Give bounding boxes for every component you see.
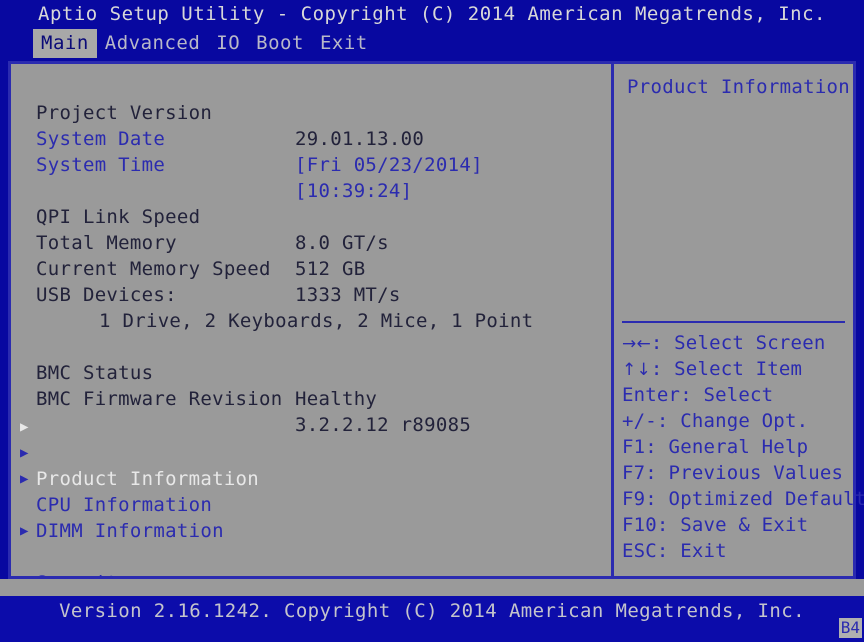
tab-main[interactable]: Main (33, 29, 97, 58)
content-frame: Project Version 29.01.13.00 System Date … (8, 61, 864, 594)
label-bmc-firmware-revision: BMC Firmware Revision (36, 388, 283, 410)
row-current-memory-speed: Current Memory Speed 1333 MT/s (11, 230, 611, 306)
key-legend-general-help: F1: General Help (622, 436, 809, 458)
help-pane: Product Information →←: Select Screen ↑↓… (614, 64, 864, 576)
row-bmc-status: BMC Status Healthy (11, 334, 611, 410)
key-legend-optimized-defaults: F9: Optimized Defaults (622, 488, 864, 510)
key-legend-select-screen: →←: Select Screen (622, 330, 853, 356)
key-legend-esc-exit: ESC: Exit (622, 540, 727, 562)
key-legend-select-item: ↑↓: Select Item (622, 356, 853, 382)
key-legend-change-opt: +/-: Change Opt. (622, 410, 809, 432)
tab-io[interactable]: IO (208, 29, 248, 58)
row-usb-devices-detail: 1 Drive, 2 Keyboards, 2 Mice, 1 Point (11, 282, 611, 332)
submenu-item-security[interactable]: ▶ Security (11, 518, 611, 594)
row-system-date[interactable]: System Date [Fri 05/23/2014] (11, 100, 611, 176)
left-right-arrow-icon: →← (622, 334, 651, 354)
key-legend-save-exit: F10: Save & Exit (622, 514, 809, 536)
key-legend-select-screen-text: : Select Screen (650, 332, 826, 354)
submenu-item-cpu-information[interactable]: ▶ CPU Information (11, 440, 611, 516)
row-spacer-1 (11, 152, 611, 178)
triangle-right-icon: ▶ (20, 471, 29, 487)
submenu-item-dimm-information[interactable]: ▶ DIMM Information (11, 466, 611, 542)
triangle-right-icon: ▶ (20, 419, 29, 435)
corner-badge: B4 (838, 618, 862, 638)
tab-advanced[interactable]: Advanced (97, 29, 209, 58)
info-rows: Project Version 29.01.13.00 System Date … (11, 74, 611, 436)
footer-bar: Version 2.16.1242. Copyright (C) 2014 Am… (0, 596, 864, 642)
triangle-right-icon: ▶ (20, 445, 29, 461)
row-system-time[interactable]: System Time [10:39:24] (11, 126, 611, 202)
row-qpi-link-speed: QPI Link Speed 8.0 GT/s (11, 178, 611, 254)
footer-gap (0, 579, 864, 596)
help-separator (622, 321, 845, 323)
row-total-memory: Total Memory 512 GB (11, 204, 611, 280)
tab-boot[interactable]: Boot (248, 29, 312, 58)
row-usb-devices: USB Devices: (11, 256, 611, 306)
triangle-right-icon: ▶ (20, 523, 29, 539)
row-bmc-firmware-revision: BMC Firmware Revision 3.2.2.12 r89085 (11, 360, 611, 436)
help-title: Product Information (627, 76, 851, 98)
key-legend: →←: Select Screen ↑↓: Select Item Enter:… (622, 330, 864, 564)
settings-pane: Project Version 29.01.13.00 System Date … (11, 64, 611, 594)
row-spacer-2 (11, 308, 611, 334)
up-down-arrow-icon: ↑↓ (622, 360, 651, 380)
submenu-item-product-information[interactable]: ▶ Product Information (11, 414, 611, 490)
key-legend-enter-select: Enter: Select (622, 384, 774, 406)
bios-setup-screen: Aptio Setup Utility - Copyright (C) 2014… (0, 0, 864, 642)
key-legend-select-item-text: : Select Item (650, 358, 803, 380)
value-bmc-status: Healthy (295, 388, 378, 410)
footer-version: Version 2.16.1242. Copyright (C) 2014 Am… (59, 600, 805, 622)
window-title: Aptio Setup Utility - Copyright (C) 2014… (38, 3, 826, 25)
menu-bar: Main Advanced IO Boot Exit (0, 29, 864, 58)
tab-exit[interactable]: Exit (312, 29, 376, 58)
submenu-list: ▶ Product Information ▶ CPU Information … (11, 414, 611, 594)
row-project-version: Project Version 29.01.13.00 (11, 74, 611, 150)
key-legend-previous-values: F7: Previous Values (622, 462, 844, 484)
